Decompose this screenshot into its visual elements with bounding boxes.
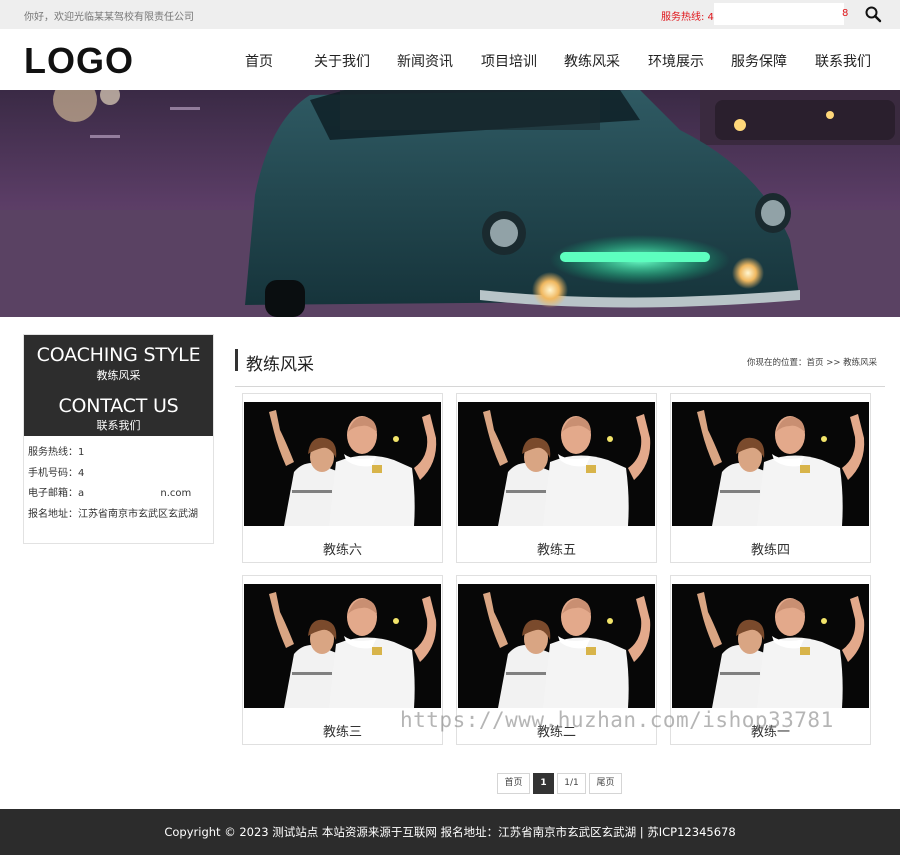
coach-photo[interactable] (244, 584, 441, 708)
pager-page-1[interactable]: 1 (533, 773, 554, 794)
coach-card[interactable]: 教练五 (456, 393, 657, 563)
contact-value: 4 (78, 467, 85, 479)
contact-info: 服务热线：1 手机号码：4 电子邮箱：a n.com 报名地址：江苏省南京市玄武… (28, 443, 198, 525)
welcome-text: 你好，欢迎光临某某驾校有限责任公司 (24, 12, 194, 23)
nav-item-environment[interactable]: 环境展示 (648, 51, 704, 71)
contact-label: 服务热线： (28, 447, 78, 458)
pager-last-button[interactable]: 尾页 (589, 773, 622, 794)
coach-photo-image (672, 402, 869, 526)
title-divider (235, 386, 885, 387)
top-bar: 你好，欢迎光临某某驾校有限责任公司 服务热线: 4( 8 (0, 0, 900, 29)
contact-title-cn: 联系我们 (96, 419, 141, 432)
contact-label: 报名地址： (28, 508, 78, 520)
coach-photo[interactable] (672, 402, 869, 526)
contact-value: a n.com (78, 488, 192, 499)
nav-item-home[interactable]: 首页 (245, 51, 273, 71)
coach-name[interactable]: 教练六 (243, 539, 442, 558)
coach-photo[interactable] (672, 584, 869, 708)
breadcrumb: 你现在的位置：首页 >> 教练风采 (747, 358, 878, 368)
nav-item-training[interactable]: 项目培训 (481, 51, 537, 71)
pager-first-button[interactable]: 首页 (497, 773, 530, 794)
nav-item-news[interactable]: 新闻资讯 (397, 51, 453, 71)
coach-card[interactable]: 教练四 (670, 393, 871, 563)
contact-title-en: CONTACT US (58, 395, 179, 417)
title-accent-bar (235, 349, 238, 371)
coach-photo-image (244, 584, 441, 708)
nav-item-coaches[interactable]: 教练风采 (564, 51, 620, 71)
contact-row: 报名地址：江苏省南京市玄武区玄武湖 (28, 505, 198, 526)
watermark-text: https://www.huzhan.com/ishop33781 (400, 708, 834, 732)
site-footer: Copyright © 2023 测试站点 本站资源来源于互联网 报名地址：江苏… (0, 809, 900, 855)
contact-row: 电子邮箱：a n.com (28, 484, 198, 505)
sidebar-title-en: COACHING STYLE (36, 344, 201, 366)
coach-card[interactable]: 教练六 (242, 393, 443, 563)
contact-row: 手机号码：4 (28, 464, 198, 485)
contact-label: 电子邮箱： (28, 488, 78, 499)
sidebar: COACHING STYLE 教练风采 CONTACT US 联系我们 服务热线… (23, 334, 214, 544)
hotline-text: 服务热线: 4( (661, 12, 718, 23)
coach-photo-image (458, 584, 655, 708)
hotline-suffix: 8 (842, 8, 849, 19)
coach-photo[interactable] (458, 584, 655, 708)
sidebar-title-cn: 教练风采 (96, 369, 141, 382)
banner-car-image (0, 90, 900, 317)
nav-item-service[interactable]: 服务保障 (731, 51, 787, 71)
sidebar-header: COACHING STYLE 教练风采 CONTACT US 联系我们 (24, 335, 213, 436)
contact-label: 手机号码： (28, 467, 78, 479)
pager-count: 1/1 (557, 773, 586, 794)
coach-photo[interactable] (244, 402, 441, 526)
coach-photo[interactable] (458, 402, 655, 526)
page-title: 教练风采 (246, 355, 314, 375)
hotline-redaction (714, 3, 844, 25)
coach-photo-image (244, 402, 441, 526)
coach-name[interactable]: 教练五 (457, 539, 656, 558)
footer-copyright: Copyright © 2023 测试站点 本站资源来源于互联网 报名地址：江苏… (164, 825, 736, 839)
coach-photo-image (458, 402, 655, 526)
nav-item-about[interactable]: 关于我们 (314, 51, 370, 71)
main-nav: 首页 关于我们 新闻资讯 项目培训 教练风采 环境展示 服务保障 联系我们 (0, 51, 900, 71)
search-icon[interactable] (864, 5, 882, 23)
hero-banner (0, 90, 900, 317)
coach-name[interactable]: 教练四 (671, 539, 870, 558)
contact-value: 1 (78, 447, 85, 458)
nav-item-contact[interactable]: 联系我们 (815, 51, 871, 71)
contact-value: 江苏省南京市玄武区玄武湖 (78, 508, 198, 520)
coach-photo-image (672, 584, 869, 708)
contact-row: 服务热线：1 (28, 443, 198, 464)
site-header: LOGO 首页 关于我们 新闻资讯 项目培训 教练风采 环境展示 服务保障 联系… (0, 29, 900, 90)
